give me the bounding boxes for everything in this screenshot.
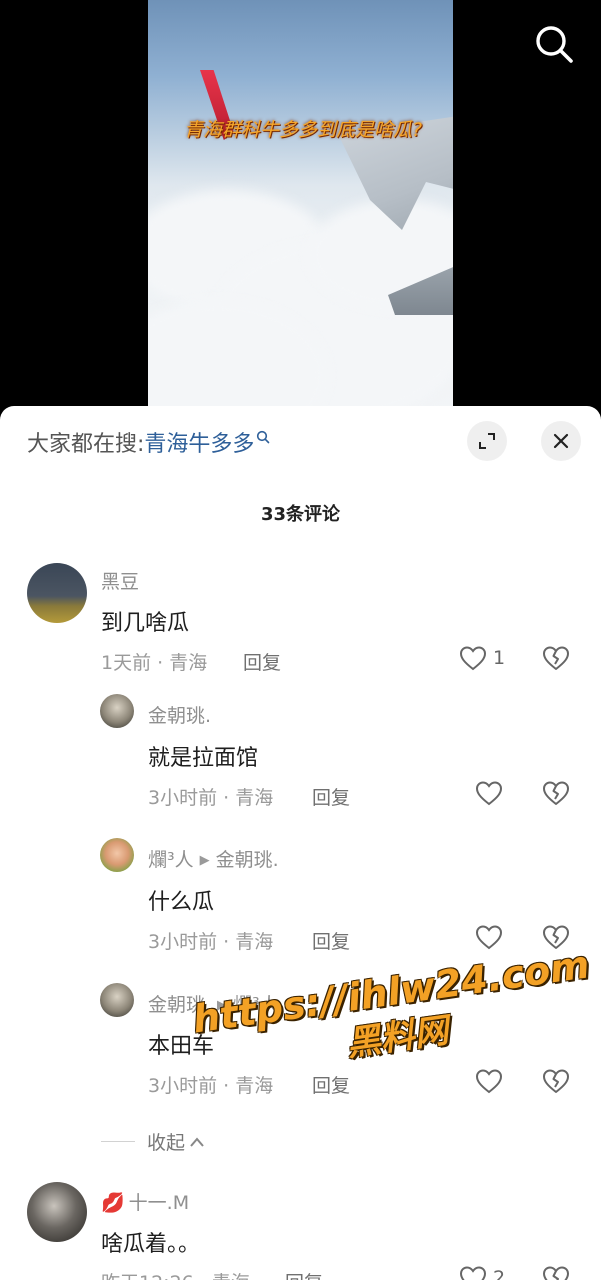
chevron-up-icon bbox=[190, 1136, 204, 1147]
reply-target[interactable]: 金朝珧. bbox=[216, 849, 279, 871]
broken-heart-icon bbox=[543, 1266, 569, 1280]
search-icon bbox=[536, 26, 573, 63]
expand-icon bbox=[479, 433, 495, 449]
avatar[interactable] bbox=[100, 983, 134, 1017]
hot-search-bar[interactable]: 大家都在搜:青海牛多多 bbox=[27, 426, 270, 458]
dislike-button[interactable] bbox=[542, 780, 570, 810]
like-button[interactable] bbox=[475, 780, 503, 806]
avatar[interactable] bbox=[27, 563, 87, 623]
like-button[interactable]: 1 bbox=[459, 645, 505, 671]
comment-text: 就是拉面馆 bbox=[148, 746, 259, 771]
comment-text: 啥瓜着。。 bbox=[101, 1232, 201, 1257]
like-button[interactable]: 2 bbox=[459, 1265, 505, 1280]
comment-username-text[interactable]: 十一.M bbox=[129, 1192, 189, 1214]
divider bbox=[101, 1141, 135, 1142]
like-count: 1 bbox=[493, 647, 506, 669]
video-caption: 青海群科牛多多到底是啥瓜? bbox=[183, 119, 423, 141]
comment-text: 到几啥瓜 bbox=[101, 611, 190, 636]
comment-text: 什么瓜 bbox=[148, 890, 215, 915]
comment-meta: 3小时前 · 青海 bbox=[148, 1075, 274, 1097]
reply-arrow-icon: ▶ bbox=[217, 998, 228, 1013]
comment-meta: 1天前 · 青海 bbox=[101, 652, 208, 674]
comment-text: 本田车 bbox=[148, 1034, 215, 1059]
comment-meta: 3小时前 · 青海 bbox=[148, 787, 274, 809]
broken-heart-icon bbox=[543, 781, 569, 805]
small-search-icon bbox=[257, 430, 270, 444]
dislike-button[interactable] bbox=[542, 645, 570, 675]
hot-search-prefix: 大家都在搜: bbox=[27, 432, 145, 457]
reply-target[interactable]: 爛³人 bbox=[233, 994, 279, 1016]
comment-sheet: 大家都在搜:青海牛多多 33条评论 黑豆 到几啥瓜 1天前 · 青海 回复 1 … bbox=[0, 406, 601, 1280]
comment-username[interactable]: 金朝珧. ▶ 爛³人 bbox=[148, 990, 279, 1017]
reply-author[interactable]: 爛³人 bbox=[148, 849, 194, 871]
expand-button[interactable] bbox=[467, 421, 507, 461]
heart-icon bbox=[475, 781, 503, 806]
reply-button[interactable]: 回复 bbox=[285, 1268, 323, 1280]
like-button[interactable] bbox=[475, 1068, 503, 1094]
comment-username[interactable]: 💋 十一.M bbox=[101, 1188, 189, 1215]
reply-button[interactable]: 回复 bbox=[243, 648, 281, 675]
collapse-label: 收起 bbox=[147, 1132, 186, 1154]
lips-icon: 💋 bbox=[101, 1192, 125, 1214]
dislike-button[interactable] bbox=[542, 924, 570, 954]
close-button[interactable] bbox=[541, 421, 581, 461]
broken-heart-icon bbox=[543, 925, 569, 949]
dislike-button[interactable] bbox=[542, 1068, 570, 1098]
reply-button[interactable]: 回复 bbox=[312, 1071, 350, 1098]
comment-meta: 昨天12:26 · 青海 bbox=[101, 1268, 250, 1280]
reply-arrow-icon: ▶ bbox=[199, 853, 210, 868]
avatar[interactable] bbox=[27, 1182, 87, 1242]
comment-meta: 3小时前 · 青海 bbox=[148, 931, 274, 953]
heart-icon bbox=[459, 1266, 487, 1280]
broken-heart-icon bbox=[543, 1069, 569, 1093]
like-count: 2 bbox=[493, 1267, 506, 1280]
comment-username[interactable]: 爛³人 ▶ 金朝珧. bbox=[148, 845, 279, 872]
collapse-replies-button[interactable]: 收起 bbox=[101, 1128, 205, 1155]
avatar[interactable] bbox=[100, 838, 134, 872]
reply-button[interactable]: 回复 bbox=[312, 783, 350, 810]
comment-username[interactable]: 黑豆 bbox=[101, 567, 139, 594]
heart-icon bbox=[459, 646, 487, 671]
broken-heart-icon bbox=[543, 646, 569, 670]
dislike-button[interactable] bbox=[542, 1265, 570, 1280]
close-icon bbox=[553, 433, 569, 449]
search-button[interactable] bbox=[532, 22, 576, 66]
like-button[interactable] bbox=[475, 924, 503, 950]
avatar[interactable] bbox=[100, 694, 134, 728]
comment-count: 33条评论 bbox=[260, 504, 341, 525]
comment-username[interactable]: 金朝珧. bbox=[148, 701, 211, 728]
heart-icon bbox=[475, 1069, 503, 1094]
heart-icon bbox=[475, 925, 503, 950]
hot-search-keyword[interactable]: 青海牛多多 bbox=[144, 432, 254, 457]
reply-button[interactable]: 回复 bbox=[312, 927, 350, 954]
video-frame[interactable] bbox=[148, 0, 453, 420]
video-player[interactable]: 青海群科牛多多到底是啥瓜? bbox=[0, 0, 601, 420]
reply-author[interactable]: 金朝珧. bbox=[148, 994, 211, 1016]
